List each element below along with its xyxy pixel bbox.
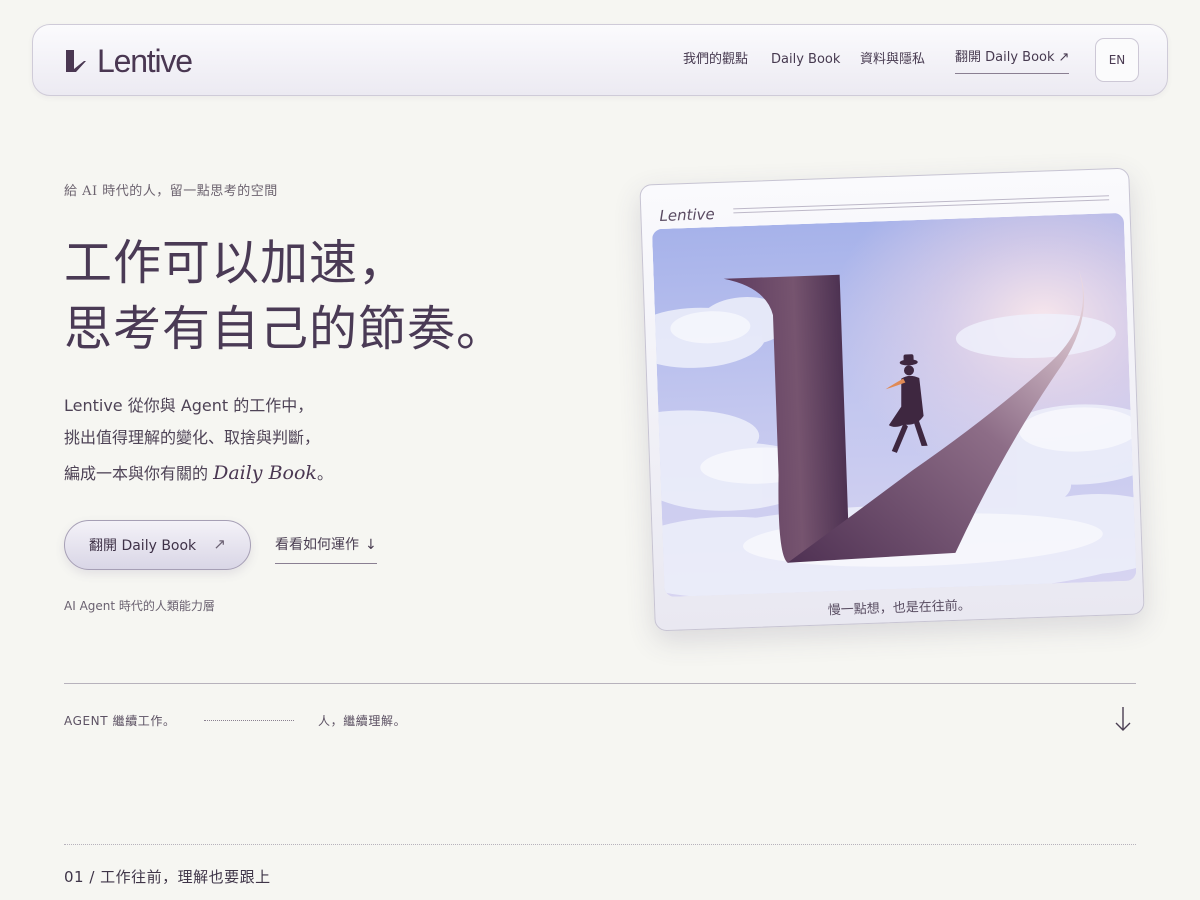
card-illustration <box>651 212 1137 598</box>
brand-logo[interactable]: Lentive <box>63 39 193 83</box>
headline-line-1: 工作可以加速， <box>64 235 408 291</box>
intro-line-3-prefix: 編成一本與你有關的 <box>64 464 214 483</box>
nav-link-daily-book[interactable]: Daily Book <box>771 51 840 69</box>
how-it-works-label: 看看如何運作 <box>275 537 359 553</box>
intro-line-3: 編成一本與你有關的 Daily Book。 <box>64 460 333 484</box>
intro-daily-book: Daily Book <box>213 462 317 484</box>
headline-line-2: 思考有自己的節奏。 <box>64 301 506 357</box>
brand-name: Lentive <box>97 42 193 79</box>
nav-link-privacy[interactable]: 資料與隱私 <box>860 51 925 69</box>
arrow-up-right-icon: ↗ <box>1058 50 1070 65</box>
daily-book-card: Lentive 慢一點想，也是在往前。 <box>639 167 1145 632</box>
section-title: 01 / 工作往前，理解也要跟上 <box>64 868 271 886</box>
intro-line-1: Lentive 從你與 Agent 的工作中， <box>64 396 314 415</box>
section-dotted-divider <box>64 844 1136 845</box>
nav-link-observations[interactable]: 我們的觀點 <box>683 51 748 69</box>
how-it-works-link[interactable]: 看看如何運作 ↓ <box>275 534 377 564</box>
hero-caption: AI Agent 時代的人類能力層 <box>64 599 215 613</box>
lentive-logo-icon <box>66 50 86 72</box>
card-header-rule <box>733 195 1110 214</box>
open-daily-book-label: 翻開 Daily Book <box>89 538 197 554</box>
nav-open-label: 翻開 Daily Book <box>955 50 1055 65</box>
arrow-down-icon[interactable] <box>1112 704 1134 734</box>
strip-human-text: 人，繼續理解。 <box>318 714 407 728</box>
card-brand: Lentive <box>659 205 715 225</box>
strip-dotted-connector <box>204 720 294 721</box>
section-divider <box>64 683 1136 684</box>
intro-line-3-suffix: 。 <box>316 464 333 483</box>
illustration-letter-l-path-sky-icon <box>651 212 1137 598</box>
nav-link-open-daily-book[interactable]: 翻開 Daily Book ↗ <box>955 49 1070 74</box>
arrow-up-right-icon: ↗ <box>213 535 226 553</box>
arrow-down-icon: ↓ <box>365 537 377 553</box>
hero-headline: 工作可以加速， 思考有自己的節奏。 <box>64 230 505 362</box>
strip-agent-text: AGENT 繼續工作。 <box>64 714 176 728</box>
open-daily-book-button[interactable]: 翻開 Daily Book ↗ <box>64 520 251 570</box>
site-header: Lentive 我們的觀點 Daily Book 資料與隱私 翻開 Daily … <box>32 24 1168 96</box>
language-toggle-button[interactable]: EN <box>1095 38 1139 82</box>
hero-eyebrow: 給 AI 時代的人，留一點思考的空間 <box>64 184 278 199</box>
intro-line-2: 挑出值得理解的變化、取捨與判斷， <box>64 428 321 447</box>
